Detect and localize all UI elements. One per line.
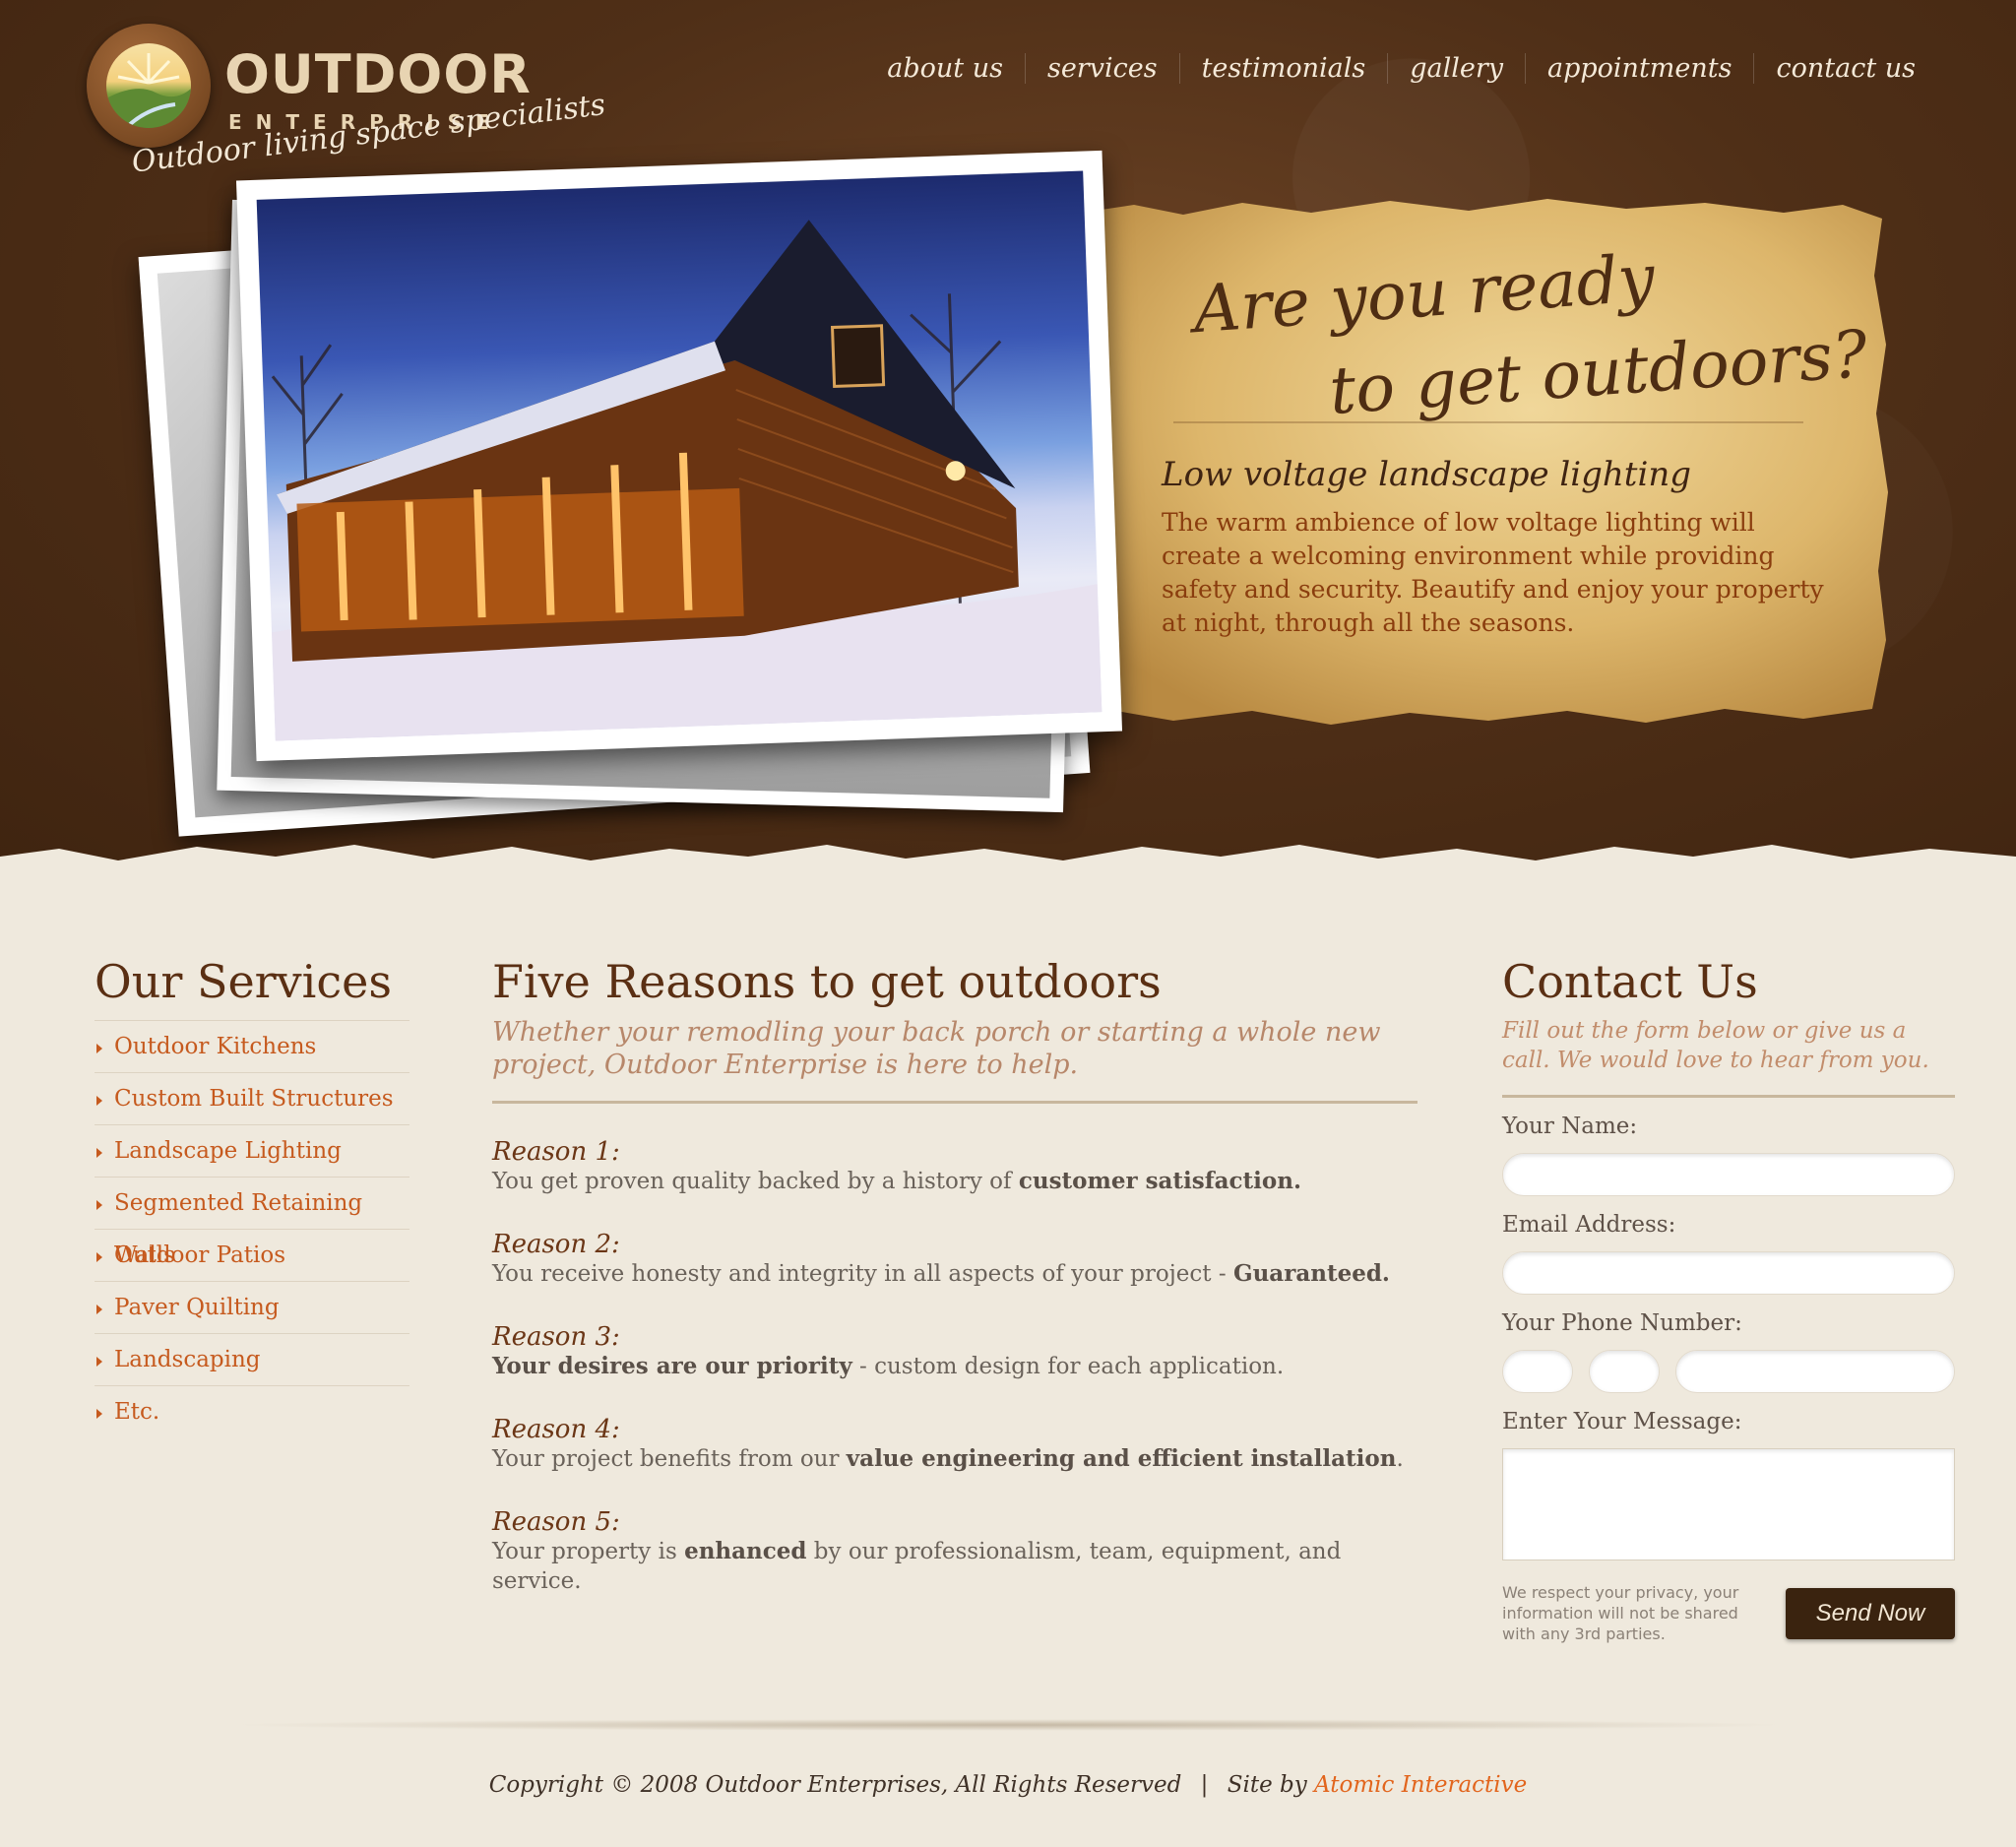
nav-about-us[interactable]: about us [865,53,1025,84]
reason-text: Your project benefits from our value eng… [492,1445,1404,1472]
reasons-column: Five Reasons to get outdoors Whether you… [492,955,1418,1596]
reason-text: You receive honesty and integrity in all… [492,1260,1390,1287]
sun-icon [106,53,191,128]
hero-divider [1173,421,1803,423]
service-item-paver-quilting[interactable]: Paver Quilting [94,1282,410,1334]
service-item-etc[interactable]: Etc. [94,1386,410,1438]
service-label: Outdoor Kitchens [114,1034,317,1059]
service-label: Outdoor Patios [114,1242,286,1268]
reasons-heading: Five Reasons to get outdoors [492,955,1162,1008]
contact-subtitle: Fill out the form below or give us a cal… [1502,1018,1929,1073]
reason-item: Reason 1: You get proven quality backed … [492,1137,1418,1196]
arrow-right-icon [96,1200,102,1210]
logo-badge-icon [87,24,211,148]
torn-edge-divider [0,845,2016,886]
nav-appointments[interactable]: appointments [1525,53,1753,84]
service-label: Paver Quilting [114,1295,280,1320]
privacy-note: We respect your privacy, your informatio… [1502,1583,1739,1643]
nav-contact-us[interactable]: contact us [1753,53,1937,84]
service-item-custom-built-structures[interactable]: Custom Built Structures [94,1073,410,1125]
arrow-right-icon [96,1252,102,1262]
reason-title: Reason 4: [492,1415,620,1444]
nav-gallery[interactable]: gallery [1387,53,1525,84]
service-item-landscape-lighting[interactable]: Landscape Lighting [94,1125,410,1178]
reason-title: Reason 3: [492,1322,620,1352]
contact-divider [1502,1095,1955,1098]
reason-item: Reason 5: Your property is enhanced by o… [492,1507,1418,1596]
reason-item: Reason 4: Your project benefits from our… [492,1415,1418,1474]
reasons-subtitle: Whether your remodling your back porch o… [492,1017,1381,1080]
arrow-right-icon [96,1409,102,1419]
arrow-right-icon [96,1096,102,1106]
cabin-illustration [271,220,1102,741]
services-column: Our Services Outdoor Kitchens Custom Bui… [94,955,410,1438]
contact-heading: Contact Us [1502,955,1758,1008]
hero-section: OUTDOOR ENTERPRISE Outdoor living space … [0,0,2016,886]
send-now-button[interactable]: Send Now [1786,1587,1955,1639]
logo[interactable]: OUTDOOR ENTERPRISE Outdoor living space … [87,24,607,181]
copyright-text: Copyright © 2008 Outdoor Enterprises, Al… [488,1772,1182,1798]
service-item-outdoor-kitchens[interactable]: Outdoor Kitchens [94,1021,410,1073]
cabin-image [256,170,1102,741]
footer: Copyright © 2008 Outdoor Enterprises, Al… [0,1772,2016,1798]
footer-separator: | [1200,1772,1209,1798]
name-field[interactable] [1502,1153,1955,1196]
service-label: Etc. [114,1399,160,1425]
services-heading: Our Services [94,955,392,1008]
arrow-right-icon [96,1305,102,1314]
phone-fields [1502,1350,1955,1393]
phone-prefix-field[interactable] [1589,1350,1660,1393]
phone-line-field[interactable] [1675,1350,1955,1393]
message-textarea[interactable] [1502,1448,1955,1560]
atomic-interactive-link[interactable]: Atomic Interactive [1314,1772,1527,1798]
email-label: Email Address: [1502,1212,1676,1238]
reasons-divider [492,1101,1418,1104]
reason-text: Your property is enhanced by our profess… [492,1538,1342,1594]
service-item-segmented-retaining-walls[interactable]: Segmented Retaining Walls [94,1178,410,1268]
service-label: Landscape Lighting [114,1138,342,1164]
hero-subtitle: Low voltage landscape lighting [1162,455,1692,494]
reason-text: You get proven quality backed by a histo… [492,1168,1301,1194]
logo-landscape-icon [106,43,191,128]
service-item-outdoor-patios[interactable]: Outdoor Patios [94,1230,410,1282]
arrow-right-icon [96,1357,102,1367]
nav-testimonials[interactable]: testimonials [1178,53,1388,84]
message-label: Enter Your Message: [1502,1409,1742,1434]
service-label: Landscaping [114,1347,261,1372]
reason-title: Reason 1: [492,1137,620,1167]
hero-paper-panel: Are you ready to get outdoors? Low volta… [1095,197,1892,729]
contact-column: Contact Us Fill out the form below or gi… [1502,955,1955,1644]
phone-area-code-field[interactable] [1502,1350,1573,1393]
site-by-text: Site by [1227,1772,1307,1798]
reason-item: Reason 2: You receive honesty and integr… [492,1230,1418,1289]
reason-title: Reason 5: [492,1507,620,1537]
phone-label: Your Phone Number: [1502,1310,1742,1336]
arrow-right-icon [96,1044,102,1053]
hero-body: The warm ambience of low voltage lightin… [1162,508,1824,637]
footer-divider [226,1719,1792,1731]
reason-title: Reason 2: [492,1230,620,1259]
email-field[interactable] [1502,1251,1955,1295]
reason-item: Reason 3: Your desires are our priority … [492,1322,1418,1381]
services-list: Outdoor Kitchens Custom Built Structures… [94,1020,410,1438]
form-footer: We respect your privacy, your informatio… [1502,1582,1955,1644]
service-item-landscaping[interactable]: Landscaping [94,1334,410,1386]
service-label: Custom Built Structures [114,1086,394,1112]
main-nav: about us services testimonials gallery a… [865,53,1937,84]
arrow-right-icon [96,1148,102,1158]
name-label: Your Name: [1502,1114,1638,1139]
logo-name: OUTDOOR [224,43,532,105]
reason-text: Your desires are our priority - custom d… [492,1353,1285,1379]
nav-services[interactable]: services [1024,53,1179,84]
photo-front-cabin[interactable] [235,150,1123,762]
